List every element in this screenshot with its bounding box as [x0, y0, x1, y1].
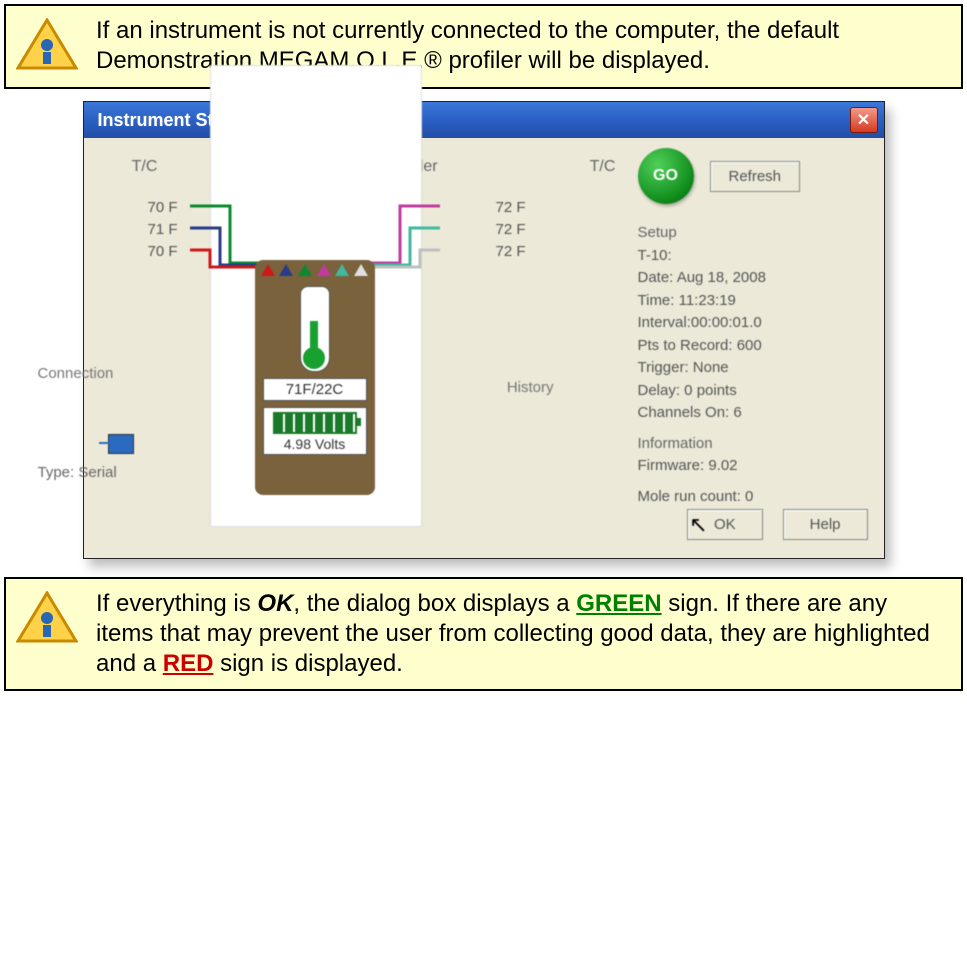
- note-bottom-text: If everything is OK, the dialog box disp…: [96, 589, 945, 679]
- battery-volts: 4.98 Volts: [270, 436, 360, 452]
- channel-tri-2: [279, 264, 293, 276]
- go-button-label: GO: [653, 167, 678, 185]
- setup-channels: Channels On: 6: [638, 402, 868, 425]
- info-block: Information Firmware: 9.02: [638, 433, 868, 478]
- note-bottom: If everything is OK, the dialog box disp…: [4, 577, 963, 691]
- thermometer-icon: [300, 286, 330, 372]
- nb-mid1: , the dialog box displays a: [293, 590, 576, 617]
- channel-tri-1: [261, 264, 275, 276]
- dialog-screenshot: Instrument Status ✕ T/C M.O.L.E. Profile…: [0, 101, 967, 559]
- mole-device: 71F/22C 4.98 Volts: [255, 260, 375, 495]
- warning-info-icon: [16, 16, 78, 77]
- help-button[interactable]: Help: [783, 509, 868, 540]
- setup-header: Setup: [638, 222, 868, 245]
- run-count: Mole run count: 0: [638, 488, 868, 505]
- temp-readout: 71F/22C: [263, 378, 367, 401]
- setup-trigger: Trigger: None: [638, 357, 868, 380]
- connection-type: Type: Serial: [38, 464, 178, 481]
- nb-green: GREEN: [576, 590, 661, 617]
- nb-ok: OK: [257, 590, 293, 617]
- refresh-button[interactable]: Refresh: [710, 161, 801, 192]
- battery-icon: [273, 412, 357, 434]
- channel-tri-6: [354, 264, 368, 276]
- connection-label: Connection: [38, 365, 178, 382]
- warning-info-icon: [16, 589, 78, 650]
- temp-right-1: 72 F: [495, 199, 525, 216]
- go-button[interactable]: GO: [638, 148, 694, 204]
- battery-box: 4.98 Volts: [263, 407, 367, 455]
- setup-date: Date: Aug 18, 2008: [638, 267, 868, 290]
- connection-block: Connection Type: Serial: [38, 365, 178, 481]
- setup-pts: Pts to Record: 600: [638, 335, 868, 358]
- dialog-body: T/C M.O.L.E. Profiler T/C GO Refresh Set…: [84, 138, 884, 558]
- nb-pre: If everything is: [96, 590, 257, 617]
- history-label: History: [507, 379, 554, 396]
- setup-tid: T-10:: [638, 245, 868, 268]
- nb-post: sign is displayed.: [213, 650, 402, 677]
- close-icon: ✕: [857, 110, 870, 130]
- setup-delay: Delay: 0 points: [638, 380, 868, 403]
- ok-button[interactable]: OK: [687, 509, 763, 540]
- setup-time: Time: 11:23:19: [638, 290, 868, 313]
- setup-block: Setup T-10: Date: Aug 18, 2008 Time: 11:…: [638, 222, 868, 425]
- close-button[interactable]: ✕: [850, 107, 878, 133]
- tc-right-label: T/C: [568, 152, 638, 176]
- channel-triangles: [255, 260, 375, 276]
- channel-tri-3: [298, 264, 312, 276]
- setup-interval: Interval:00:00:01.0: [638, 312, 868, 335]
- info-firmware: Firmware: 9.02: [638, 455, 868, 478]
- instrument-status-dialog: Instrument Status ✕ T/C M.O.L.E. Profile…: [83, 101, 885, 559]
- note-top: If an instrument is not currently connec…: [4, 4, 963, 89]
- info-header: Information: [638, 433, 868, 456]
- channel-tri-4: [317, 264, 331, 276]
- temp-right-3: 72 F: [495, 243, 525, 260]
- channel-tri-5: [335, 264, 349, 276]
- serial-port-icon: [108, 434, 134, 454]
- wires-icon: [150, 65, 480, 285]
- temp-right-2: 72 F: [495, 221, 525, 238]
- nb-red: RED: [163, 650, 214, 677]
